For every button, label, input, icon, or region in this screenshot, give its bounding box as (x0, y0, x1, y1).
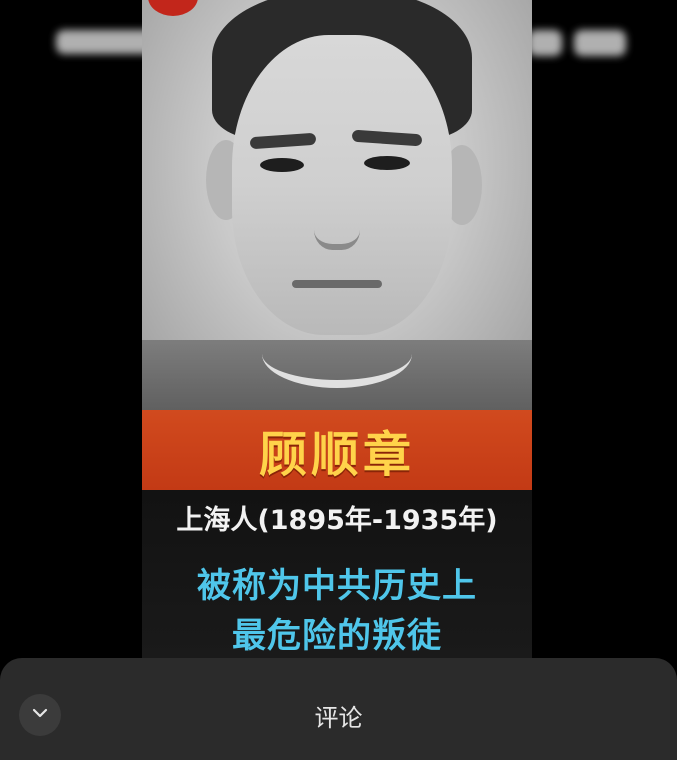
blurred-top-icon (528, 30, 562, 56)
info-area: 上海人(1895年-1935年) 被称为中共历史上 最危险的叛徒 (142, 490, 532, 660)
video-frame[interactable]: 顾顺章 上海人(1895年-1935年) 被称为中共历史上 最危险的叛徒 (142, 0, 532, 660)
person-name: 顾顺章 (258, 427, 415, 483)
channel-badge (148, 0, 198, 16)
portrait-mouth (292, 280, 382, 288)
portrait-nose (314, 200, 360, 250)
blurred-top-icon (574, 30, 626, 56)
comment-sheet-title: 评论 (314, 704, 363, 732)
portrait-collar (262, 320, 412, 388)
portrait-face (232, 35, 452, 335)
portrait-eye (260, 158, 304, 172)
name-banner: 顾顺章 (142, 410, 532, 490)
comment-sheet: 评论 (0, 658, 677, 760)
description-line: 被称为中共历史上 (197, 566, 477, 606)
description-line: 最危险的叛徒 (232, 616, 442, 656)
person-subtitle: 上海人(1895年-1935年) (176, 505, 498, 536)
portrait-eye (364, 156, 410, 170)
portrait-photo (142, 0, 532, 420)
screen: 顾顺章 上海人(1895年-1935年) 被称为中共历史上 最危险的叛徒 评论 (0, 0, 677, 760)
